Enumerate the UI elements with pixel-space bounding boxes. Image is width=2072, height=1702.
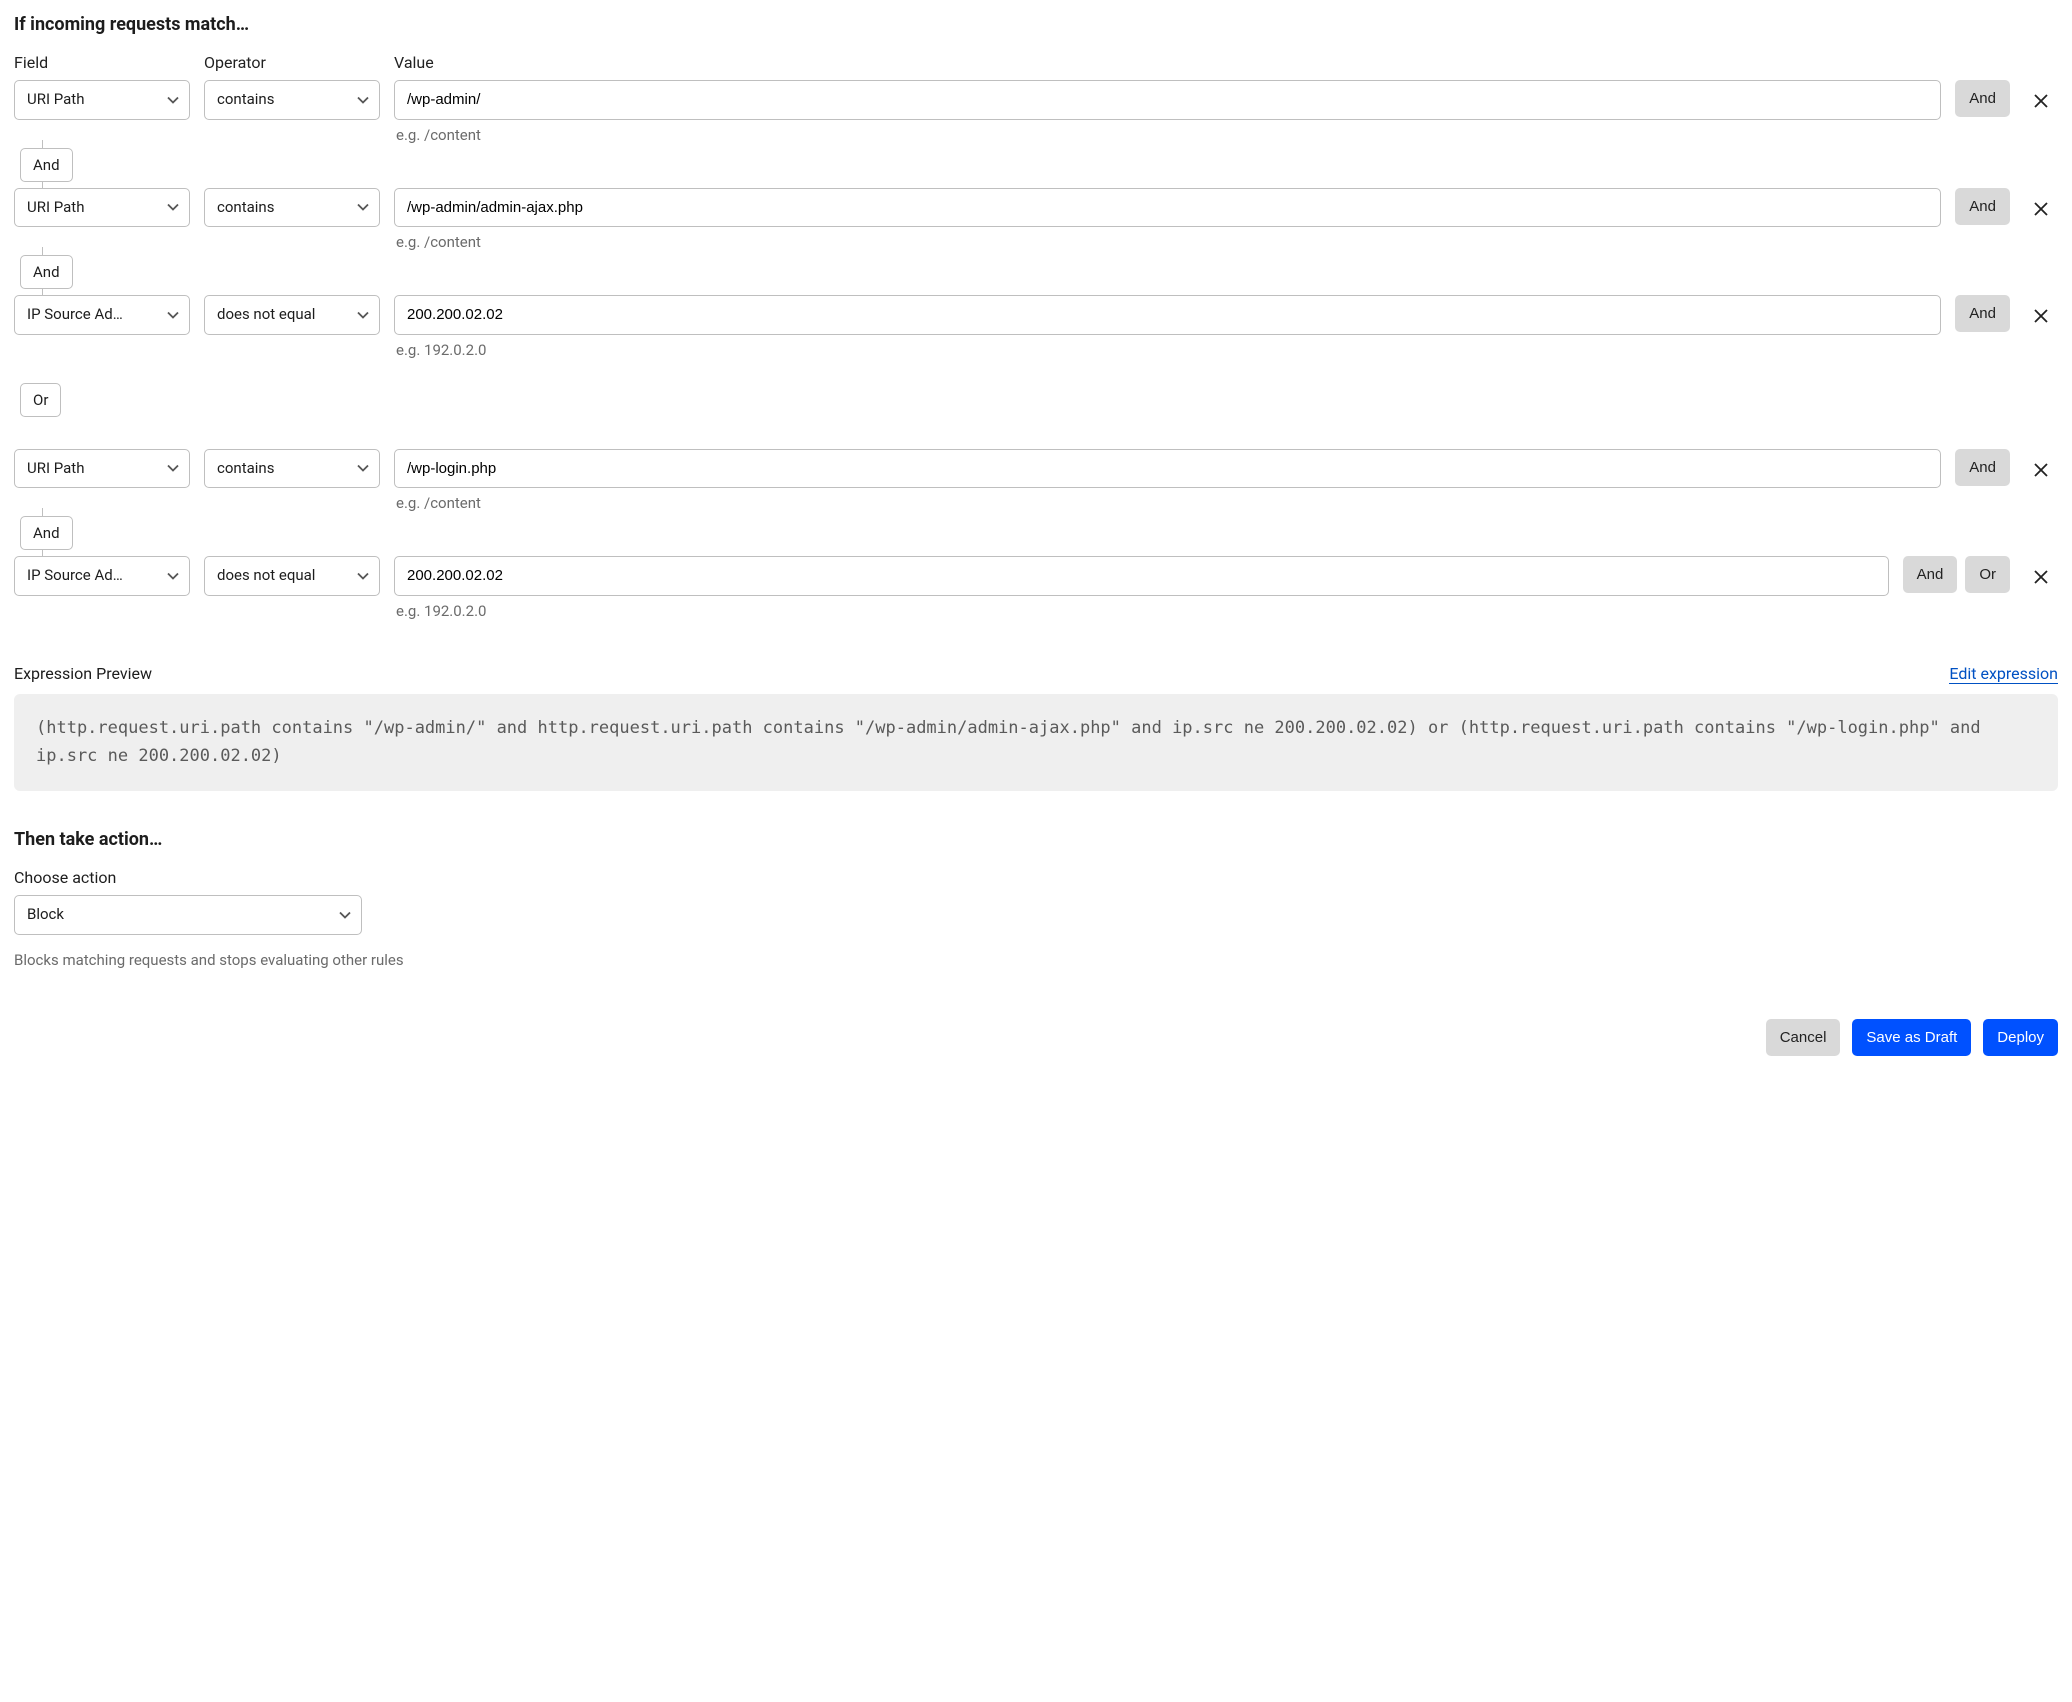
operator-select[interactable]: does not equal [204,295,380,335]
remove-rule-button[interactable] [2024,301,2058,331]
header-operator: Operator [204,53,380,72]
operator-select-value: does not equal [217,305,315,323]
and-button[interactable]: And [1955,295,2010,332]
rule-row: IP Source Ad… does not equal e.g. 192.0.2.… [14,556,2058,620]
rule-row: URI Path contains e.g. /content And [14,188,2058,252]
column-headers: Field Operator Value [14,53,2058,72]
rule-row: IP Source Ad… does not equal e.g. 192.0.2.… [14,295,2058,359]
expression-preview-code: (http.request.uri.path contains "/wp-adm… [14,694,2058,792]
chevron-down-icon [339,911,351,919]
value-hint: e.g. 192.0.2.0 [396,341,1941,359]
field-select[interactable]: URI Path [14,188,190,228]
value-hint: e.g. /content [396,494,1941,512]
value-input[interactable] [394,188,1941,228]
connector: And [14,255,2058,289]
operator-select[interactable]: contains [204,188,380,228]
and-button[interactable]: And [1955,80,2010,117]
action-section-title: Then take action… [14,829,2058,850]
operator-select[interactable]: contains [204,449,380,489]
connector: And [14,148,2058,182]
rule-row: URI Path contains e.g. /content And [14,80,2058,144]
value-input[interactable] [394,556,1889,596]
chevron-down-icon [167,96,179,104]
chevron-down-icon [167,311,179,319]
header-field: Field [14,53,190,72]
connector: Or [14,383,2058,417]
connector-and[interactable]: And [20,516,73,550]
or-button[interactable]: Or [1965,556,2010,593]
chevron-down-icon [357,572,369,580]
connector-and[interactable]: And [20,148,73,182]
field-select[interactable]: IP Source Ad… [14,295,190,335]
action-hint: Blocks matching requests and stops evalu… [14,951,2058,969]
remove-rule-button[interactable] [2024,562,2058,592]
chevron-down-icon [357,311,369,319]
value-input[interactable] [394,449,1941,489]
field-select-value: URI Path [27,198,84,216]
operator-select[interactable]: does not equal [204,556,380,596]
remove-rule-button[interactable] [2024,194,2058,224]
deploy-button[interactable]: Deploy [1983,1019,2058,1056]
and-button[interactable]: And [1903,556,1958,593]
field-select-value: URI Path [27,90,84,108]
and-button[interactable]: And [1955,188,2010,225]
chevron-down-icon [357,96,369,104]
footer-actions: Cancel Save as Draft Deploy [14,1019,2058,1056]
chevron-down-icon [357,203,369,211]
value-input[interactable] [394,80,1941,120]
chevron-down-icon [167,464,179,472]
edit-expression-link[interactable]: Edit expression [1949,664,2058,684]
chevron-down-icon [167,203,179,211]
operator-select-value: contains [217,459,274,477]
rule-row: URI Path contains e.g. /content And [14,449,2058,513]
connector: And [14,516,2058,550]
value-hint: e.g. /content [396,126,1941,144]
field-select-value: URI Path [27,459,84,477]
value-hint: e.g. 192.0.2.0 [396,602,1889,620]
choose-action-label: Choose action [14,868,2058,887]
save-draft-button[interactable]: Save as Draft [1852,1019,1971,1056]
value-hint: e.g. /content [396,233,1941,251]
header-value: Value [394,53,1930,72]
field-select-value: IP Source Ad… [27,305,123,323]
remove-rule-button[interactable] [2024,86,2058,116]
field-select-value: IP Source Ad… [27,566,123,584]
remove-rule-button[interactable] [2024,455,2058,485]
action-select[interactable]: Block [14,895,362,935]
field-select[interactable]: URI Path [14,449,190,489]
connector-or[interactable]: Or [20,383,61,417]
and-button[interactable]: And [1955,449,2010,486]
chevron-down-icon [167,572,179,580]
cancel-button[interactable]: Cancel [1766,1019,1841,1056]
operator-select-value: contains [217,198,274,216]
operator-select-value: does not equal [217,566,315,584]
field-select[interactable]: IP Source Ad… [14,556,190,596]
chevron-down-icon [357,464,369,472]
field-select[interactable]: URI Path [14,80,190,120]
section-title: If incoming requests match… [14,14,2058,35]
connector-and[interactable]: And [20,255,73,289]
operator-select[interactable]: contains [204,80,380,120]
action-select-value: Block [27,905,64,923]
expression-preview-label: Expression Preview [14,664,152,683]
operator-select-value: contains [217,90,274,108]
value-input[interactable] [394,295,1941,335]
